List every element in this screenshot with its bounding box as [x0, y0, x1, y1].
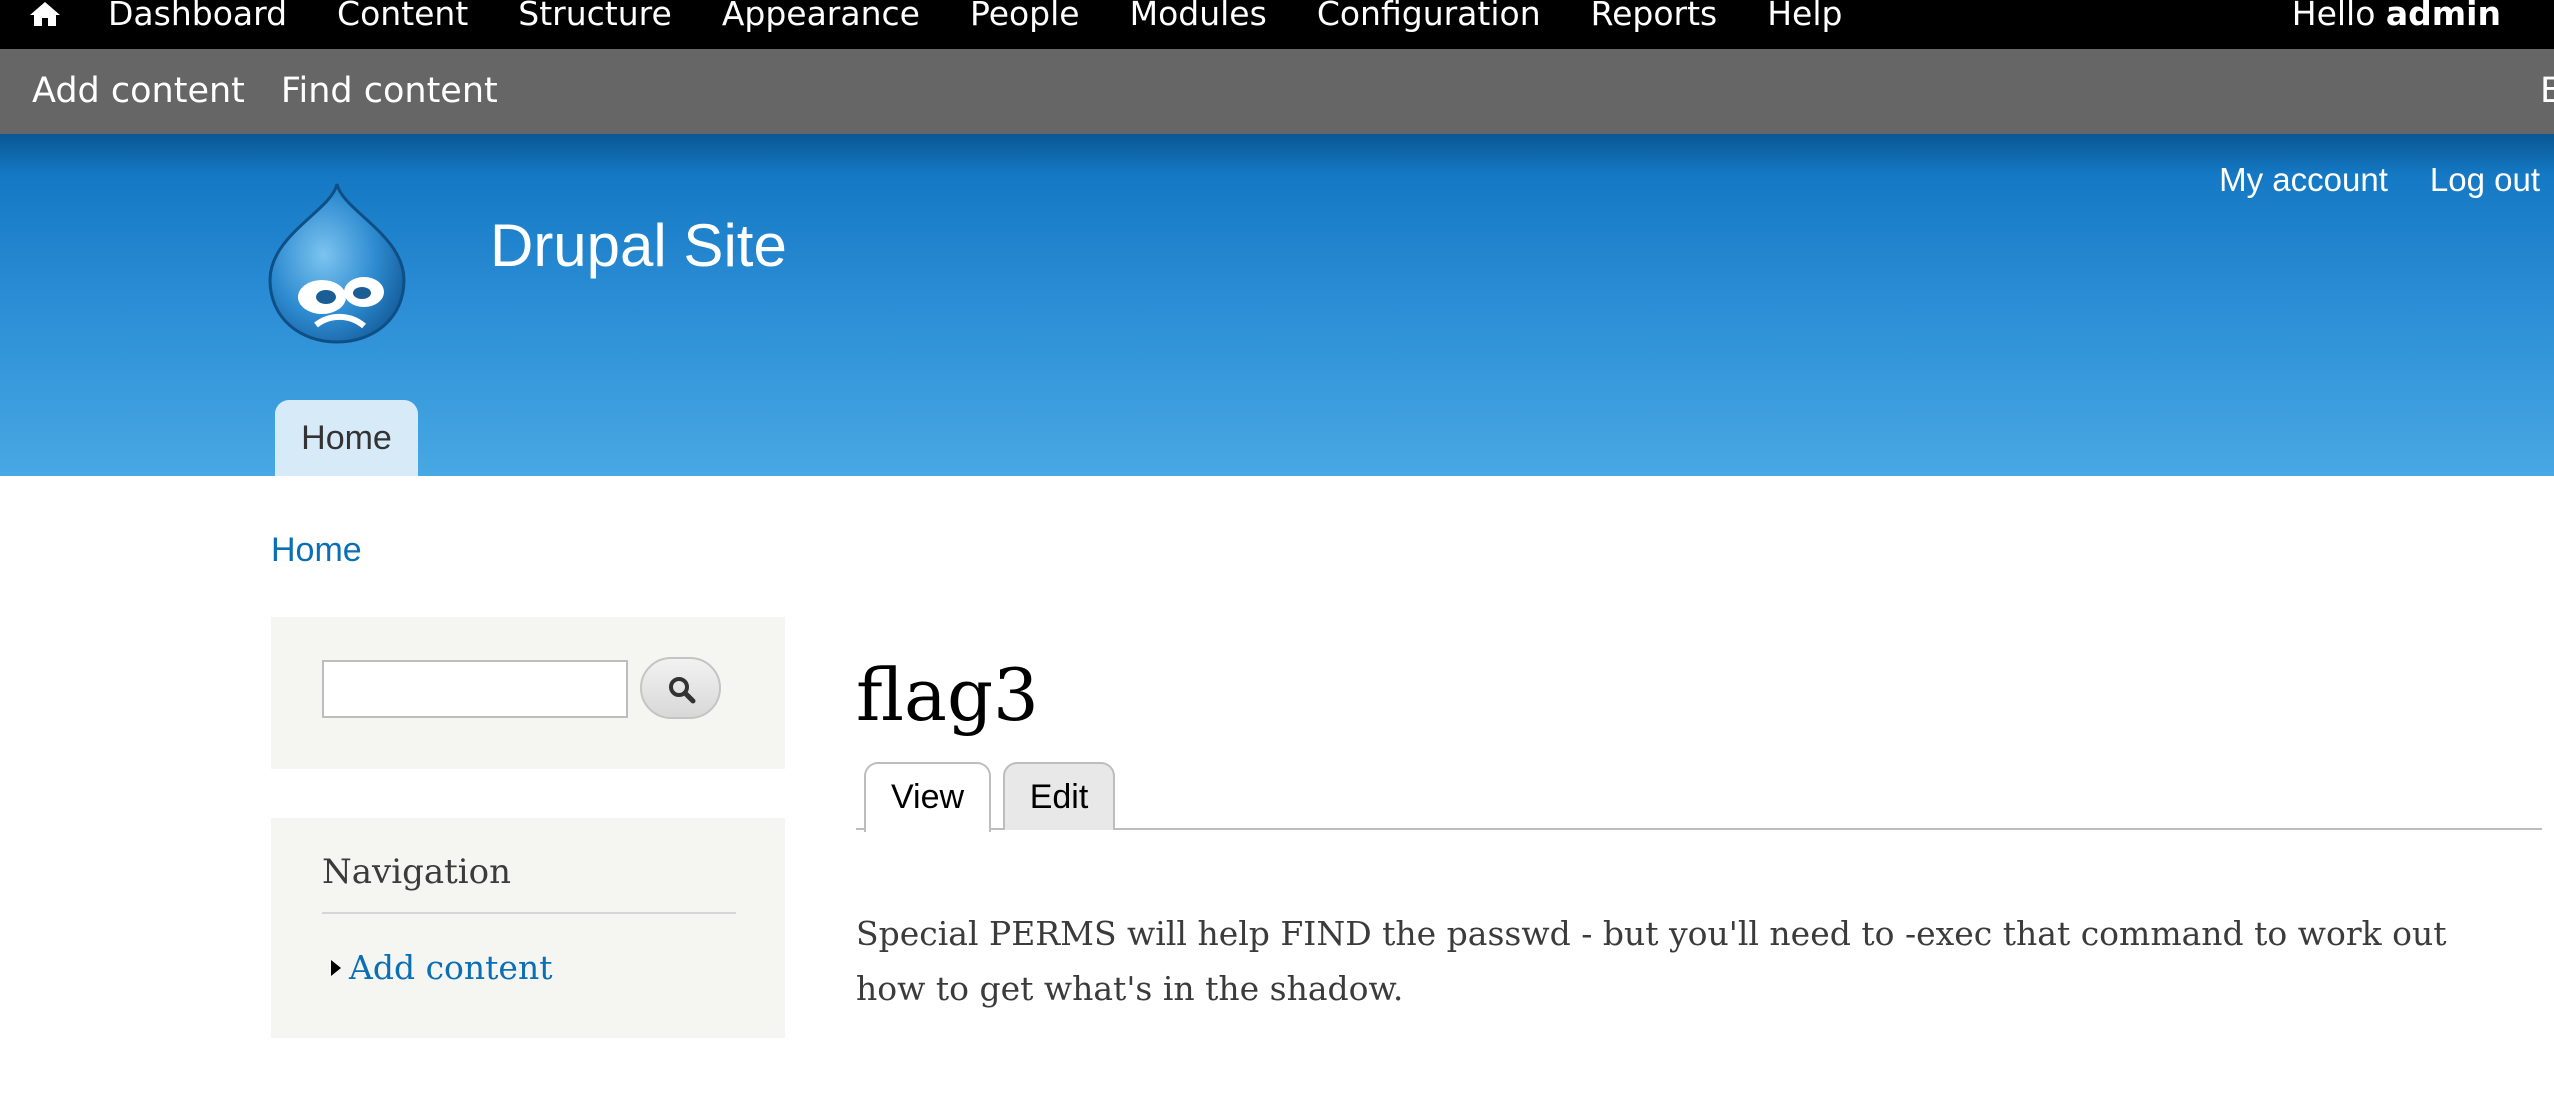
- admin-toolbar: Dashboard Content Structure Appearance P…: [0, 0, 2554, 49]
- main-menu-home[interactable]: Home: [275, 400, 418, 476]
- search-input[interactable]: [322, 660, 628, 718]
- navigation-title: Navigation: [322, 852, 512, 892]
- search-button[interactable]: [640, 657, 721, 719]
- admin-menu-structure[interactable]: Structure: [518, 0, 672, 34]
- site-name[interactable]: Drupal Site: [490, 210, 787, 282]
- edit-shortcuts-link[interactable]: E: [2540, 69, 2554, 113]
- admin-menu-modules[interactable]: Modules: [1130, 0, 1267, 34]
- shortcut-list: Add content Find content: [32, 69, 534, 113]
- navigation-divider: [322, 912, 736, 914]
- admin-menu-help[interactable]: Help: [1767, 0, 1842, 34]
- shortcut-find-content[interactable]: Find content: [281, 69, 498, 113]
- admin-menu-people[interactable]: People: [970, 0, 1080, 34]
- search-icon: [669, 677, 696, 704]
- breadcrumb-home[interactable]: Home: [271, 528, 362, 572]
- secondary-menu: My account Log out: [2177, 160, 2540, 200]
- admin-menu-dashboard[interactable]: Dashboard: [108, 0, 287, 34]
- log-out-link[interactable]: Log out: [2430, 160, 2540, 200]
- shortcut-add-content[interactable]: Add content: [32, 69, 245, 113]
- page-title: flag3: [856, 653, 1039, 737]
- home-icon[interactable]: [26, 0, 64, 26]
- drupal-logo-icon[interactable]: [264, 180, 410, 345]
- admin-menu-content[interactable]: Content: [337, 0, 468, 34]
- admin-menu: Dashboard Content Structure Appearance P…: [108, 0, 1892, 34]
- shortcut-bar: Add content Find content E: [0, 49, 2554, 134]
- triangle-bullet-icon: [331, 960, 341, 976]
- my-account-link[interactable]: My account: [2219, 160, 2388, 200]
- admin-menu-reports[interactable]: Reports: [1591, 0, 1718, 34]
- greeting-prefix: Hello: [2291, 0, 2386, 33]
- navigation-add-content[interactable]: Add content: [331, 946, 552, 990]
- user-greeting: Hello admin: [2292, 0, 2501, 34]
- search-block: [271, 617, 785, 769]
- node-body: Special PERMS will help FIND the passwd …: [856, 914, 2447, 1008]
- admin-menu-appearance[interactable]: Appearance: [722, 0, 920, 34]
- tab-edit[interactable]: Edit: [1003, 762, 1115, 830]
- admin-menu-configuration[interactable]: Configuration: [1317, 0, 1541, 34]
- username-link[interactable]: admin: [2386, 0, 2501, 33]
- tab-view[interactable]: View: [864, 762, 991, 832]
- navigation-add-content-label[interactable]: Add content: [349, 946, 552, 990]
- navigation-block: Navigation Add content: [271, 818, 785, 1038]
